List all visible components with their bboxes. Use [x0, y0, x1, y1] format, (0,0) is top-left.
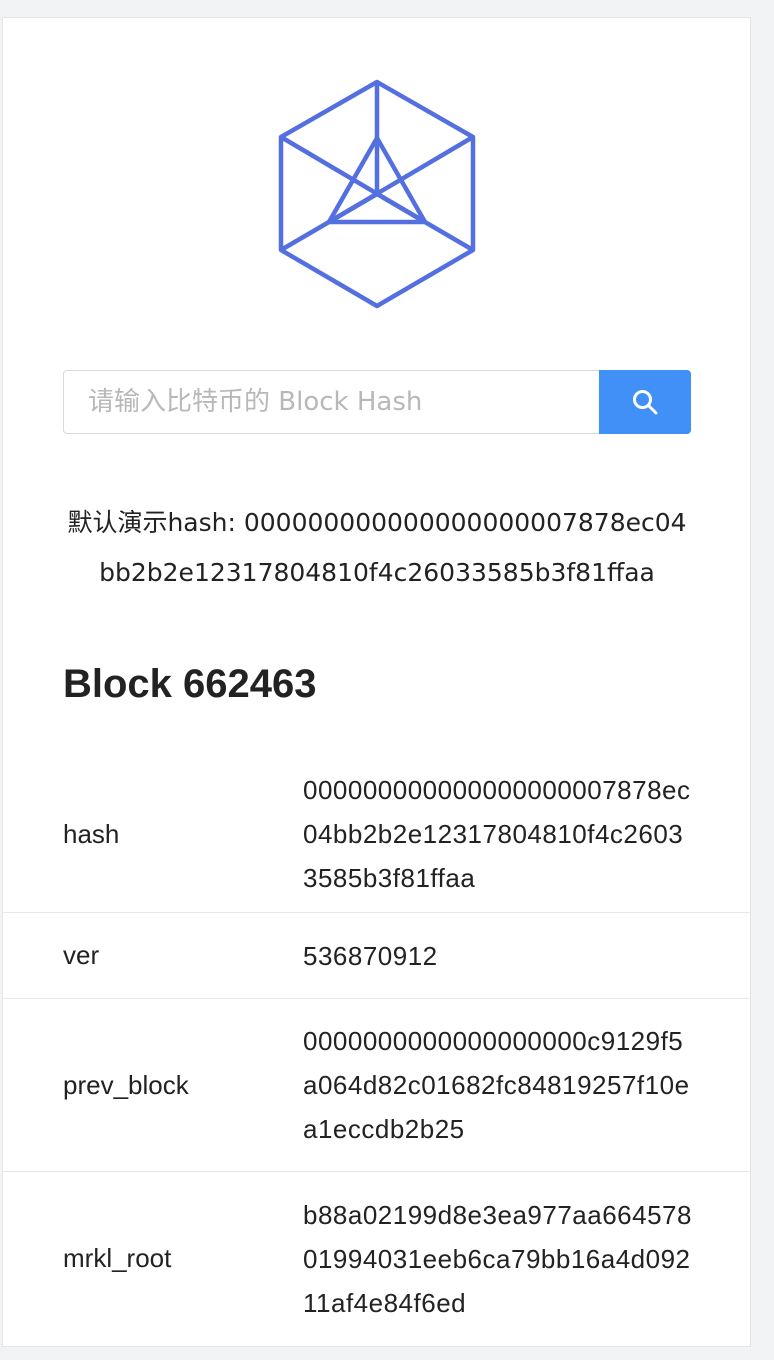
field-key: mrkl_root	[63, 1243, 172, 1273]
search-icon	[633, 390, 658, 415]
hexagon-cube-logo-icon	[278, 79, 476, 309]
block-hash-search-input[interactable]	[63, 370, 599, 434]
field-value: 536870912	[303, 940, 438, 971]
field-value: 0000000000000000000c9129f5a064d82c01682f…	[303, 1026, 690, 1144]
block-fields-table: hash 000000000000000000007878ec04bb2b2e1…	[3, 756, 750, 1345]
table-row-hash: hash 000000000000000000007878ec04bb2b2e1…	[3, 756, 750, 913]
table-row-prev-block: prev_block 0000000000000000000c9129f5a06…	[3, 999, 750, 1172]
table-row-ver: ver 536870912	[3, 913, 750, 999]
table-row-mrkl-root: mrkl_root b88a02199d8e3ea977aa6645780199…	[3, 1172, 750, 1345]
field-key: hash	[63, 818, 120, 849]
demo-hash-label: 默认演示hash:	[67, 508, 244, 537]
field-value: 000000000000000000007878ec04bb2b2e123178…	[303, 775, 691, 893]
field-key: prev_block	[63, 1069, 189, 1100]
field-key: ver	[63, 940, 100, 970]
field-value: b88a02199d8e3ea977aa66457801994031eeb6ca…	[303, 1199, 692, 1318]
search-button[interactable]	[599, 370, 691, 434]
default-demo-hash: 默认演示hash: 000000000000000000007878ec04bb…	[63, 498, 691, 598]
block-title: Block 662463	[63, 662, 317, 706]
block-explorer-card: 默认演示hash: 000000000000000000007878ec04bb…	[2, 17, 751, 1347]
search-bar	[63, 370, 691, 434]
